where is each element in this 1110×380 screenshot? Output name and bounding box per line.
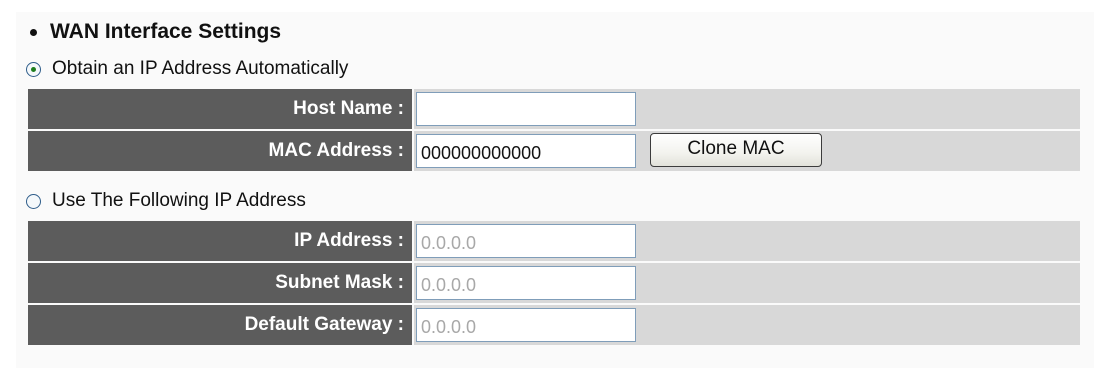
radio-unselected-icon[interactable] (26, 193, 41, 209)
default-gateway-input[interactable]: 0.0.0.0 (416, 308, 636, 342)
section-heading: WAN Interface Settings (30, 20, 281, 44)
mac-address-cell: 000000000000 Clone MAC (414, 131, 1080, 171)
host-name-label: Host Name : (28, 89, 412, 129)
host-name-cell (414, 89, 1080, 129)
radio-obtain-automatically[interactable]: Obtain an IP Address Automatically (26, 58, 348, 80)
subnet-mask-row: Subnet Mask : 0.0.0.0 (28, 263, 1080, 303)
default-gateway-label: Default Gateway : (28, 305, 412, 345)
radio-use-following-ip-label: Use The Following IP Address (52, 190, 306, 211)
host-name-input[interactable] (416, 92, 636, 126)
bullet-icon (30, 28, 37, 36)
ip-address-row: IP Address : 0.0.0.0 (28, 221, 1080, 261)
host-name-row: Host Name : (28, 89, 1080, 129)
mac-address-label: MAC Address : (28, 131, 412, 171)
wan-settings-panel: WAN Interface Settings Obtain an IP Addr… (16, 12, 1094, 368)
radio-obtain-automatically-label: Obtain an IP Address Automatically (52, 58, 349, 79)
subnet-mask-cell: 0.0.0.0 (414, 263, 1080, 303)
default-gateway-cell: 0.0.0.0 (414, 305, 1080, 345)
ip-address-label: IP Address : (28, 221, 412, 261)
default-gateway-row: Default Gateway : 0.0.0.0 (28, 305, 1080, 345)
mac-address-row: MAC Address : 000000000000 Clone MAC (28, 131, 1080, 171)
mac-address-input[interactable]: 000000000000 (416, 134, 636, 168)
ip-address-input[interactable]: 0.0.0.0 (416, 224, 636, 258)
subnet-mask-input[interactable]: 0.0.0.0 (416, 266, 636, 300)
subnet-mask-label: Subnet Mask : (28, 263, 412, 303)
clone-mac-button[interactable]: Clone MAC (650, 133, 822, 167)
radio-use-following-ip[interactable]: Use The Following IP Address (26, 190, 306, 212)
ip-address-cell: 0.0.0.0 (414, 221, 1080, 261)
radio-selected-icon[interactable] (26, 61, 41, 77)
section-title: WAN Interface Settings (50, 20, 282, 43)
